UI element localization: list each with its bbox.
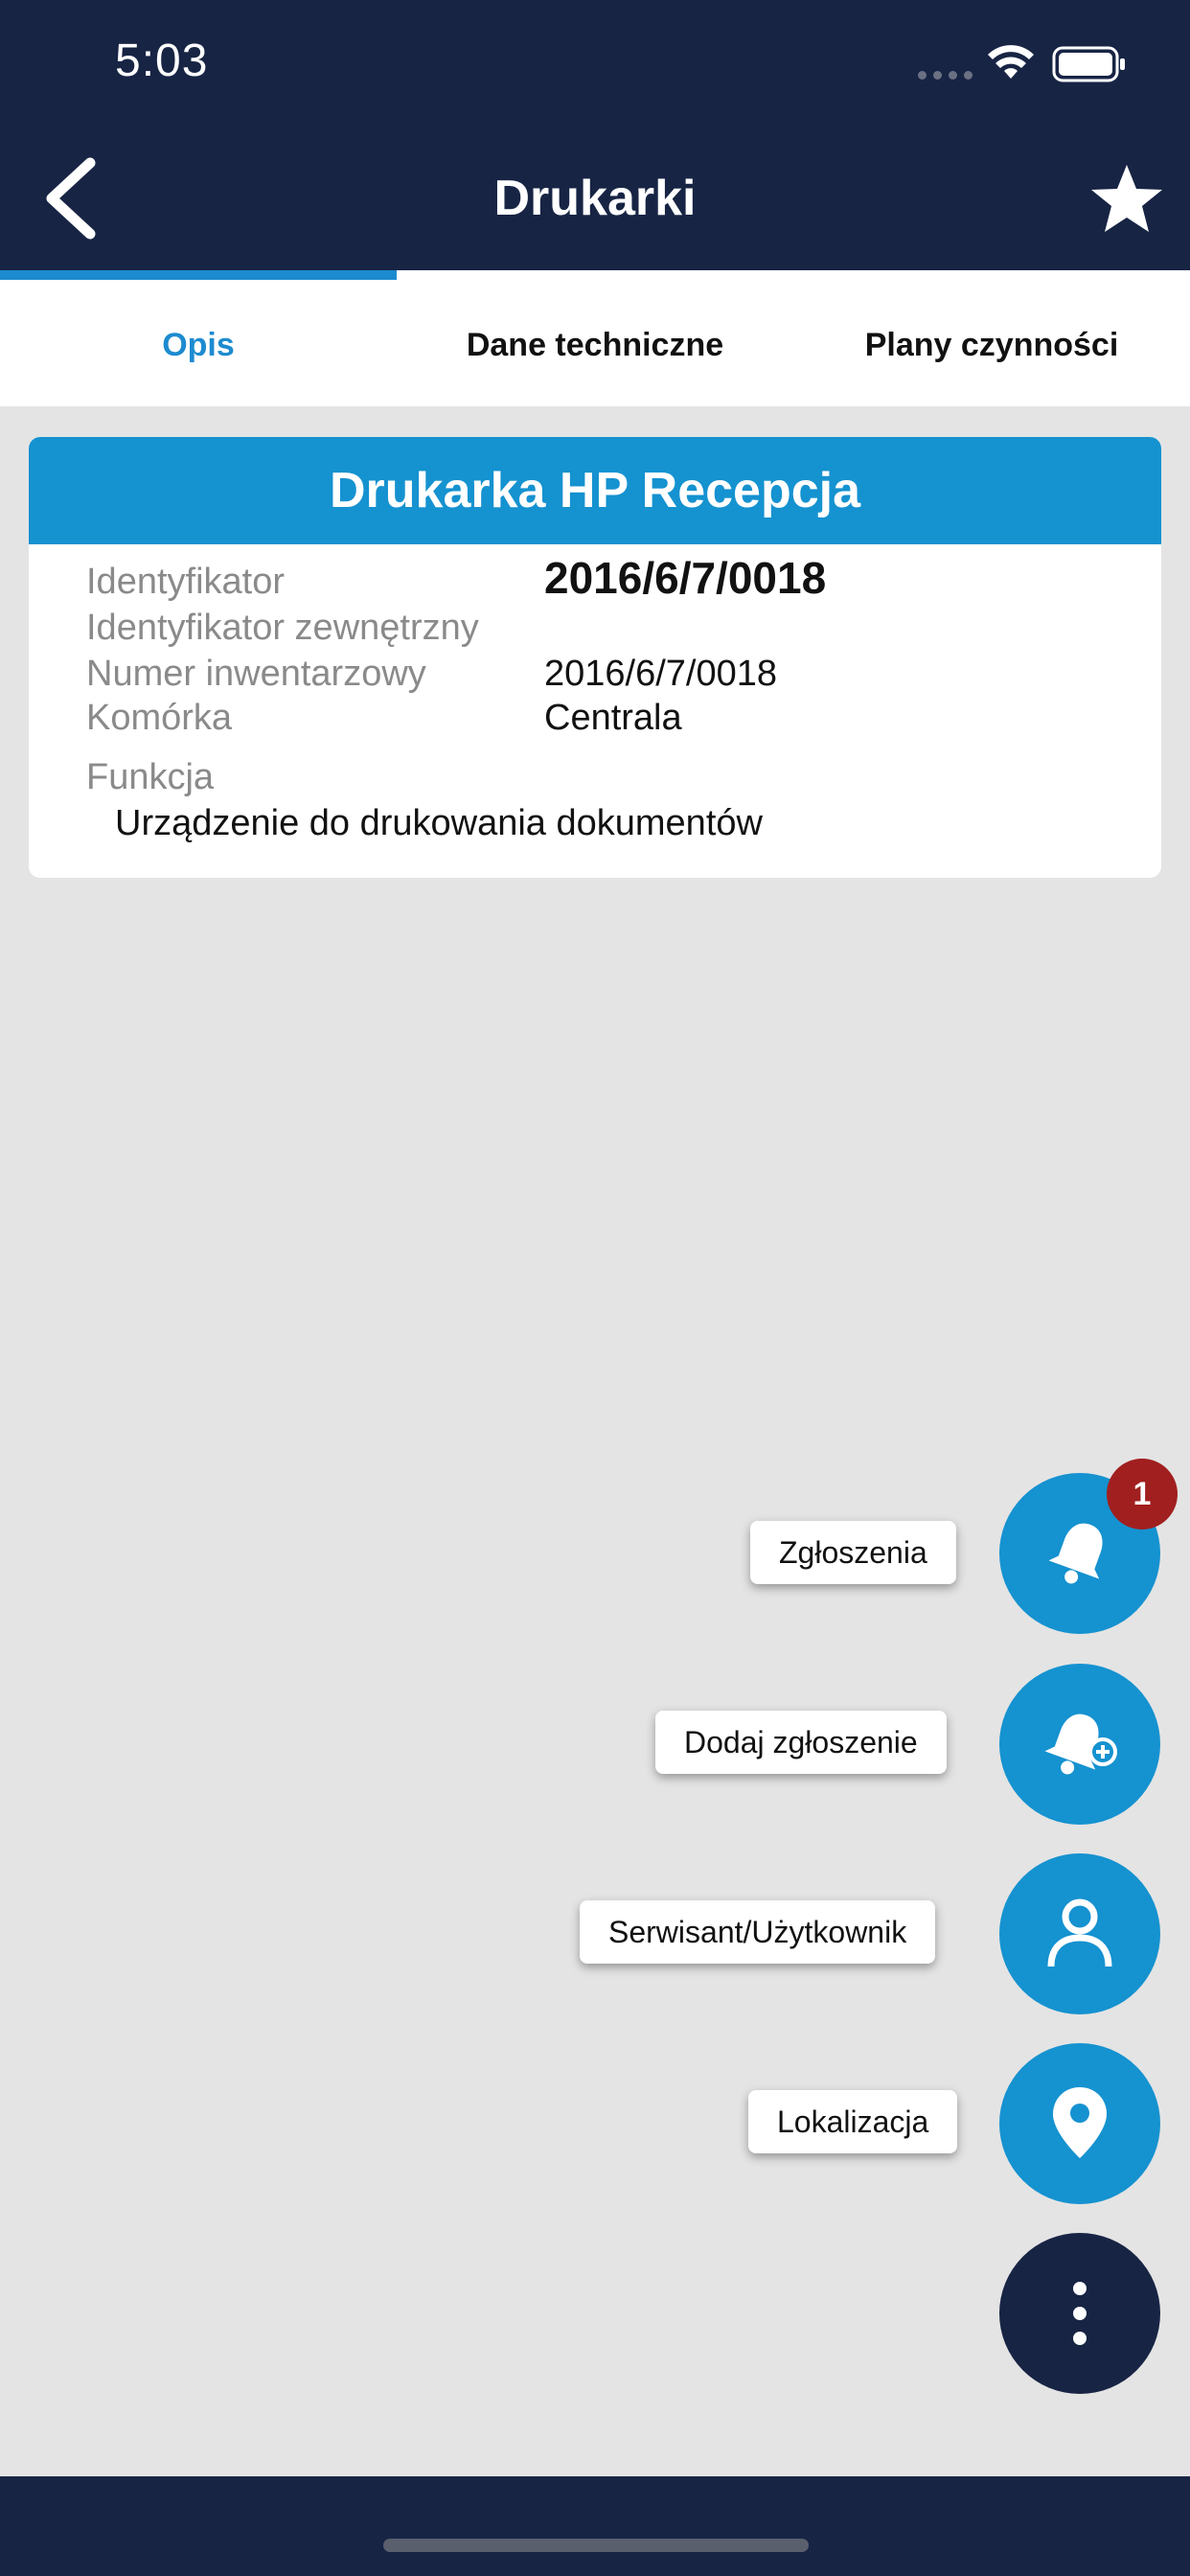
dodaj-zgloszenie-button[interactable] [999, 1664, 1160, 1825]
serwisant-uzytkownik-button[interactable] [999, 1853, 1160, 2014]
notification-badge: 1 [1107, 1459, 1178, 1530]
field-label-identyfikator: Identyfikator [86, 562, 285, 602]
more-actions-button[interactable] [999, 2233, 1160, 2394]
tab-plany-czynnosci[interactable]: Plany czynności [793, 316, 1190, 374]
user-icon [1047, 1898, 1112, 1967]
bell-icon [1048, 1523, 1103, 1584]
lokalizacja-button[interactable] [999, 2043, 1160, 2204]
field-label-identyfikator-zewnetrzny: Identyfikator zewnętrzny [86, 608, 479, 648]
field-value-identyfikator: 2016/6/7/0018 [544, 553, 827, 603]
app-header: 5:03 Drukarki [0, 0, 1190, 270]
cellular-signal-icon [918, 71, 973, 80]
tab-dane-techniczne[interactable]: Dane techniczne [397, 316, 793, 374]
field-value-komorka: Centrala [544, 698, 682, 738]
field-label-komorka: Komórka [86, 698, 233, 738]
page-title: Drukarki [493, 171, 697, 226]
field-label-numer-inwentarzowy: Numer inwentarzowy [86, 654, 426, 694]
bell-plus-icon [1044, 1714, 1117, 1775]
tab-bar: Opis Dane techniczne Plany czynności [0, 270, 1190, 406]
field-value-numer-inwentarzowy: 2016/6/7/0018 [544, 654, 778, 694]
dodaj-zgloszenie-label[interactable]: Dodaj zgłoszenie [655, 1711, 947, 1774]
favorite-star-icon[interactable] [1088, 161, 1165, 238]
status-time: 5:03 [115, 35, 209, 86]
device-card: Drukarka HP Recepcja Identyfikator 2016/… [29, 437, 1161, 878]
zgloszenia-label[interactable]: Zgłoszenia [750, 1521, 956, 1584]
field-value-funkcja: Urządzenie do drukowania dokumentów [115, 803, 763, 843]
bottom-bar [0, 2476, 1190, 2576]
field-label-funkcja: Funkcja [86, 757, 215, 797]
device-title: Drukarka HP Recepcja [29, 437, 1161, 544]
active-tab-indicator [0, 270, 397, 280]
serwisant-uzytkownik-label[interactable]: Serwisant/Użytkownik [580, 1900, 936, 1964]
more-vertical-icon [1073, 2282, 1087, 2345]
battery-icon [1052, 46, 1125, 82]
lokalizacja-label[interactable]: Lokalizacja [748, 2090, 958, 2153]
home-indicator[interactable] [383, 2539, 809, 2552]
wifi-icon [988, 45, 1034, 79]
tab-opis[interactable]: Opis [0, 316, 397, 374]
location-pin-icon [1053, 2087, 1107, 2158]
